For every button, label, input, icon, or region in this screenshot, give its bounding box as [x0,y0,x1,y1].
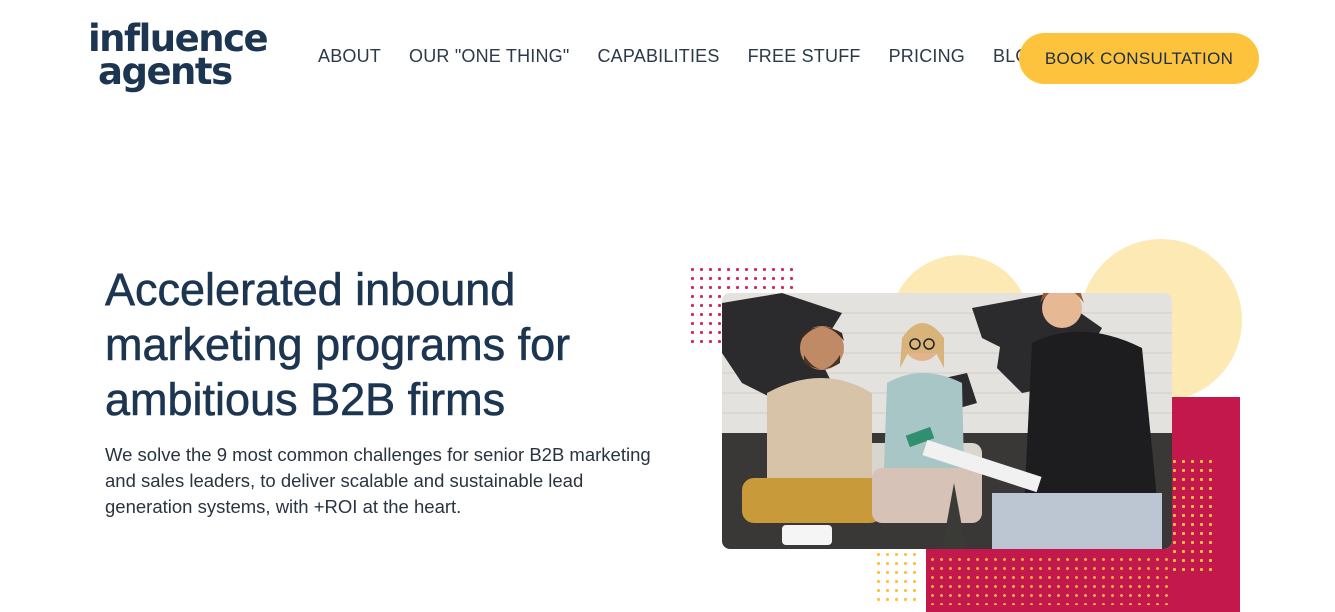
nav-item-pricing[interactable]: PRICING [889,46,965,67]
hero-visual [680,225,1260,612]
hero-photo [722,293,1172,549]
logo-line-2: agents [98,50,233,94]
nav-item-one-thing[interactable]: OUR "ONE THING" [409,46,569,67]
decor-dot-grid-yellow [1170,457,1214,577]
consultation-photo-illustration [722,293,1172,549]
nav-item-capabilities[interactable]: CAPABILITIES [597,46,719,67]
decor-dot-grid-yellow-small [874,550,922,602]
hero-subtitle: We solve the 9 most common challenges fo… [105,444,651,517]
nav-item-free-stuff[interactable]: FREE STUFF [748,46,861,67]
hero-title: Accelerated inbound marketing programs f… [105,264,571,426]
nav-item-about[interactable]: ABOUT [318,46,381,67]
decor-dot-grid-yellow-wide [928,555,1168,605]
main-nav: ABOUT OUR "ONE THING" CAPABILITIES FREE … [318,46,1044,67]
logo[interactable]: influence agents [88,20,269,94]
book-consultation-button[interactable]: BOOK CONSULTATION [1019,33,1259,84]
